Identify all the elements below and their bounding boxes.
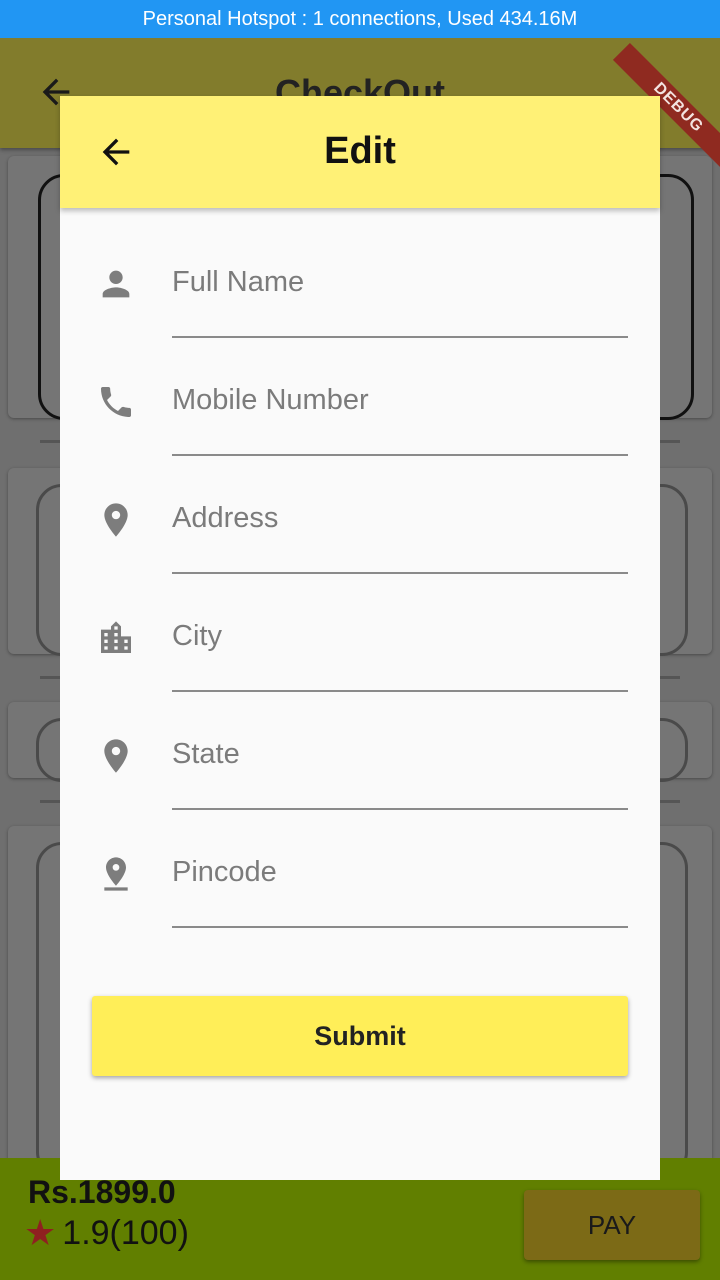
dialog-header: Edit bbox=[60, 96, 660, 208]
full-name-input[interactable] bbox=[172, 252, 628, 312]
person-icon bbox=[96, 264, 136, 304]
pin-drop-icon bbox=[96, 854, 136, 894]
phone-icon bbox=[96, 382, 136, 422]
state-input[interactable] bbox=[172, 724, 628, 784]
mobile-number-field bbox=[60, 344, 660, 462]
dialog-title: Edit bbox=[324, 130, 396, 172]
rating: ★ 1.9(100) bbox=[24, 1212, 189, 1254]
star-icon: ★ bbox=[24, 1212, 57, 1253]
rating-value: 1.9(100) bbox=[62, 1213, 189, 1252]
city-icon bbox=[96, 618, 136, 658]
pincode-field bbox=[60, 816, 660, 934]
mobile-number-input[interactable] bbox=[172, 370, 628, 430]
location-pin-icon bbox=[96, 500, 136, 540]
input-underline bbox=[172, 926, 628, 928]
submit-button[interactable]: Submit bbox=[92, 996, 628, 1076]
input-underline bbox=[172, 808, 628, 810]
address-field bbox=[60, 462, 660, 580]
pay-button[interactable]: PAY bbox=[524, 1190, 700, 1260]
location-pin-icon bbox=[96, 736, 136, 776]
input-underline bbox=[172, 336, 628, 338]
full-name-field bbox=[60, 226, 660, 344]
input-underline bbox=[172, 690, 628, 692]
input-underline bbox=[172, 454, 628, 456]
edit-dialog: Edit Full Name Mobile Number Address Cit… bbox=[60, 96, 660, 1180]
status-bar: Personal Hotspot : 1 connections, Used 4… bbox=[0, 0, 720, 38]
address-input[interactable] bbox=[172, 488, 628, 548]
input-underline bbox=[172, 572, 628, 574]
status-bar-text: Personal Hotspot : 1 connections, Used 4… bbox=[142, 7, 578, 30]
city-field bbox=[60, 580, 660, 698]
city-input[interactable] bbox=[172, 606, 628, 666]
state-field bbox=[60, 698, 660, 816]
pincode-input[interactable] bbox=[172, 842, 628, 902]
